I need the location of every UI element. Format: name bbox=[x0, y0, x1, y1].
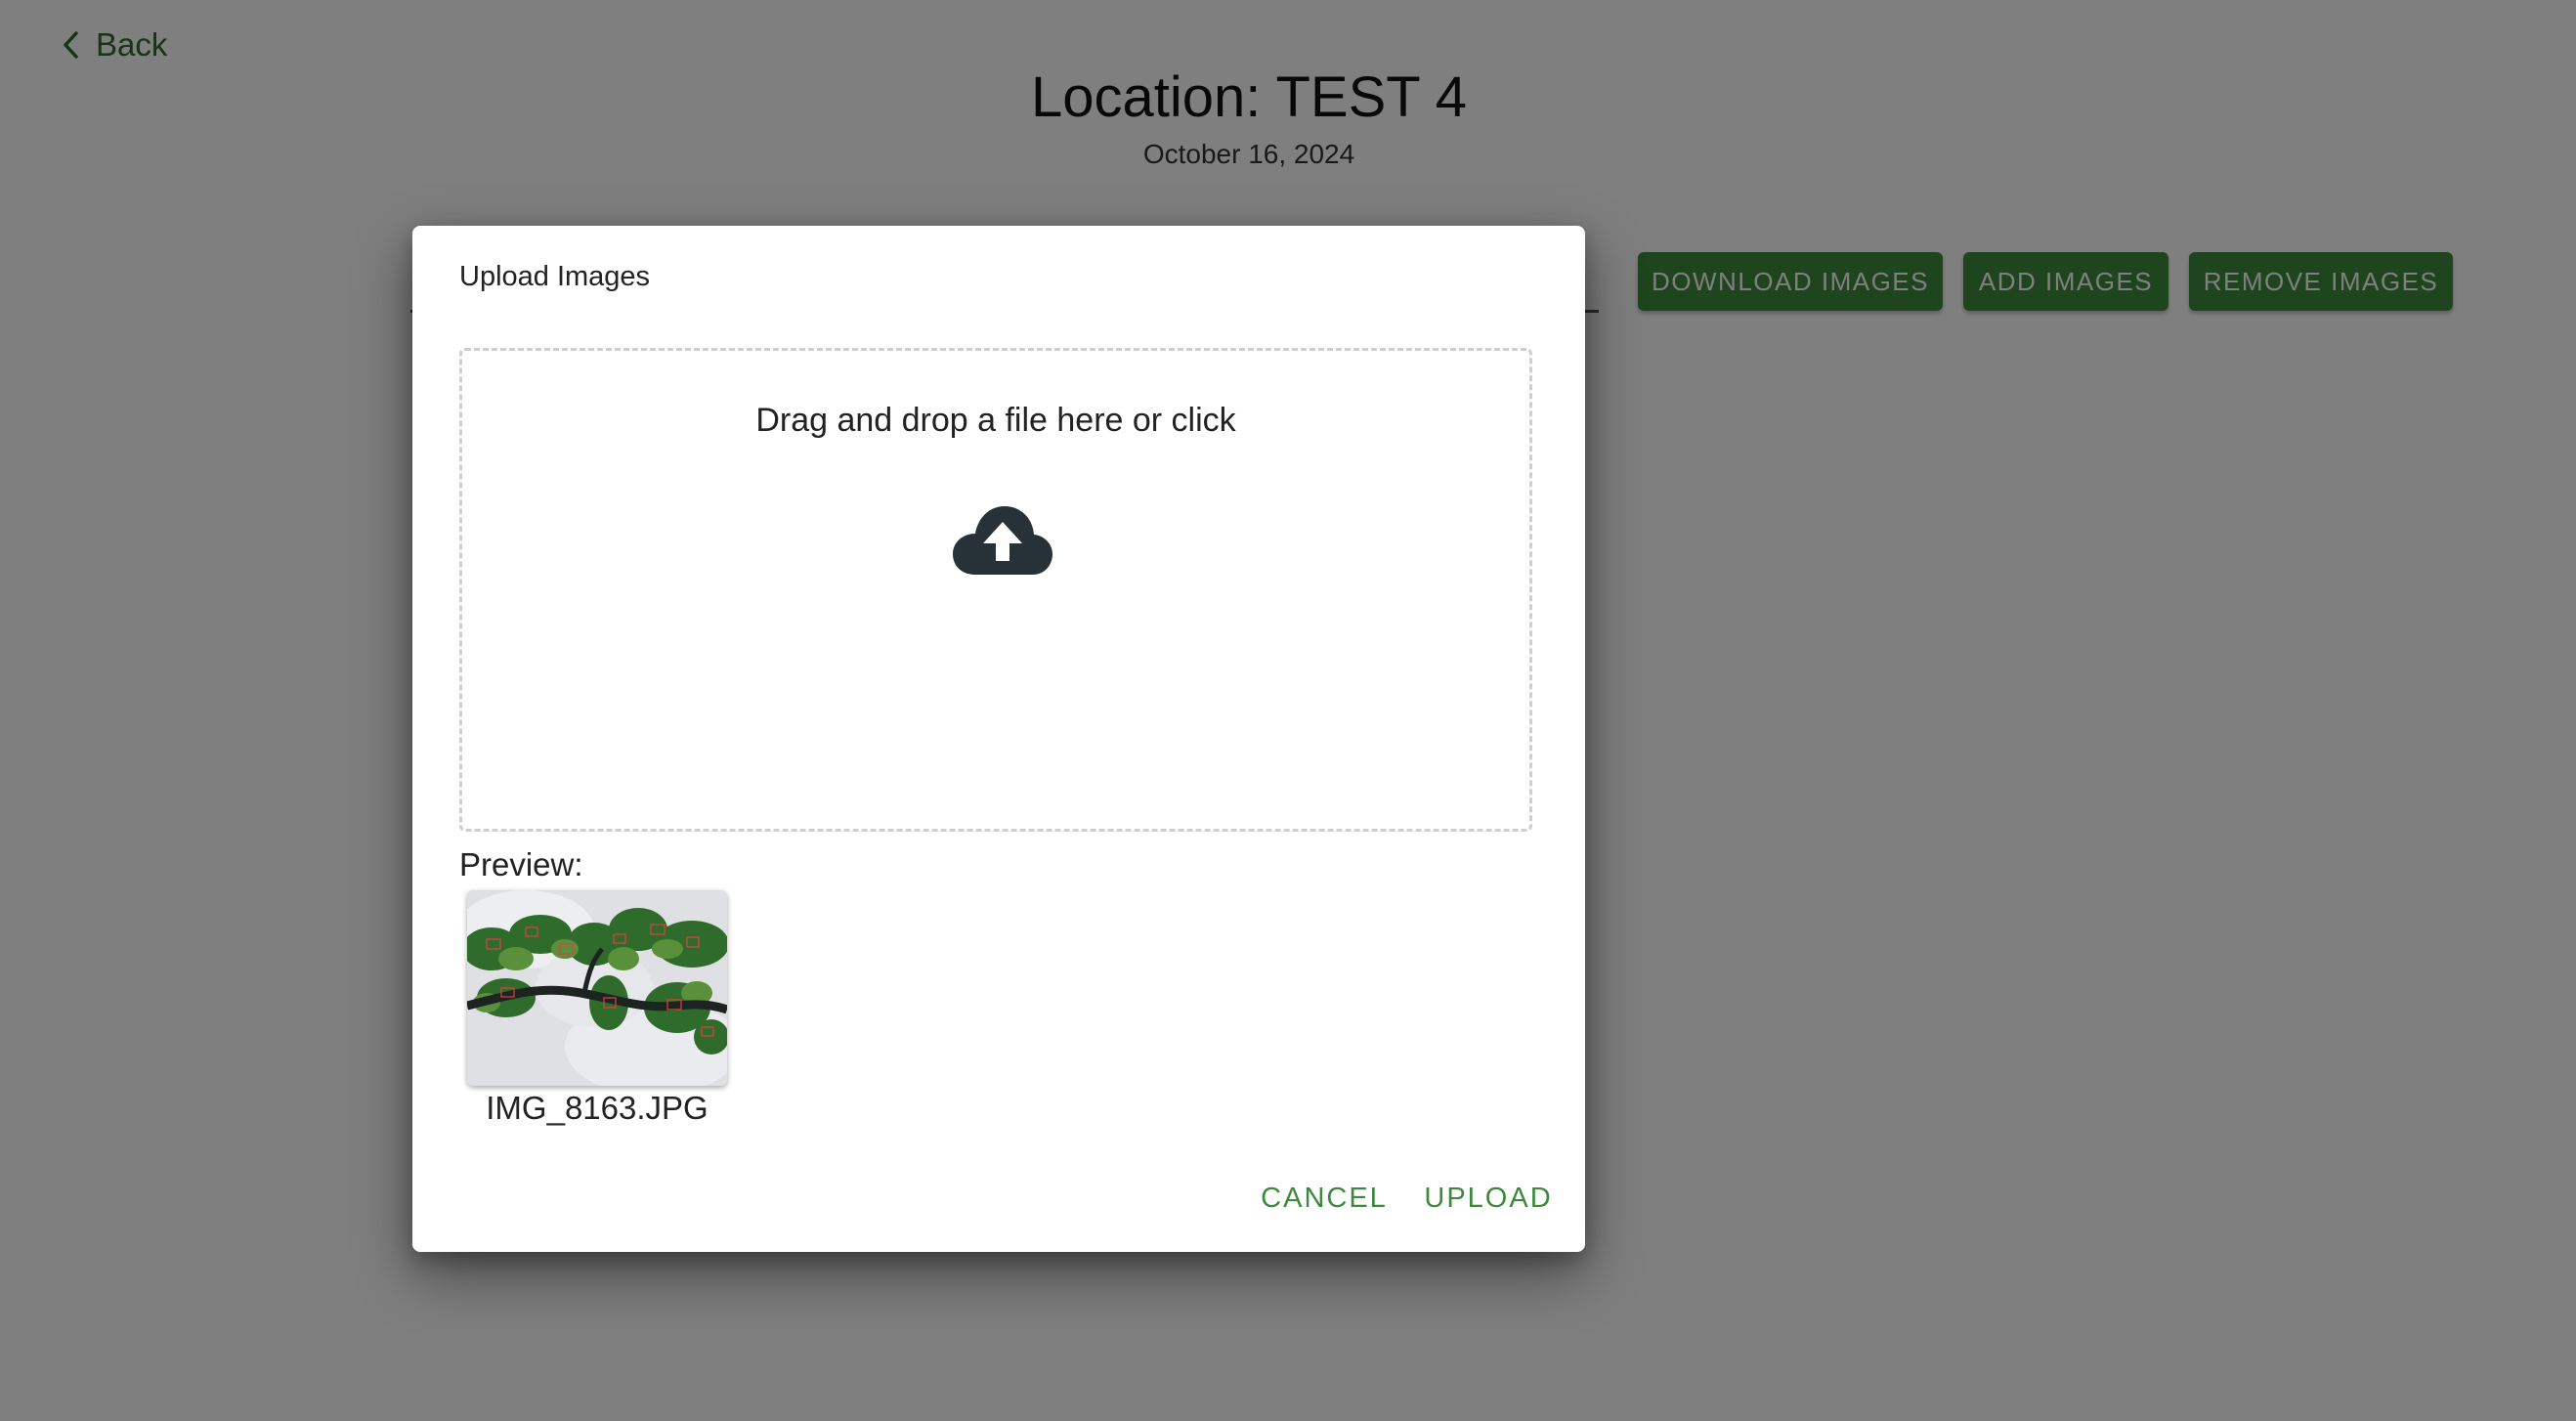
preview-file-name: IMG_8163.JPG bbox=[486, 1090, 708, 1126]
upload-images-dialog: Upload Images Drag and drop a file here … bbox=[412, 226, 1585, 1252]
image-preview-thumbnail bbox=[467, 890, 727, 1086]
cancel-button[interactable]: CANCEL bbox=[1261, 1174, 1388, 1223]
dropzone-text: Drag and drop a file here or click bbox=[755, 402, 1236, 439]
file-dropzone[interactable]: Drag and drop a file here or click bbox=[459, 348, 1532, 832]
preview-label: Preview: bbox=[459, 846, 583, 883]
dialog-title: Upload Images bbox=[459, 261, 651, 292]
upload-button[interactable]: UPLOAD bbox=[1424, 1174, 1552, 1223]
cloud-upload-icon bbox=[953, 506, 1052, 575]
